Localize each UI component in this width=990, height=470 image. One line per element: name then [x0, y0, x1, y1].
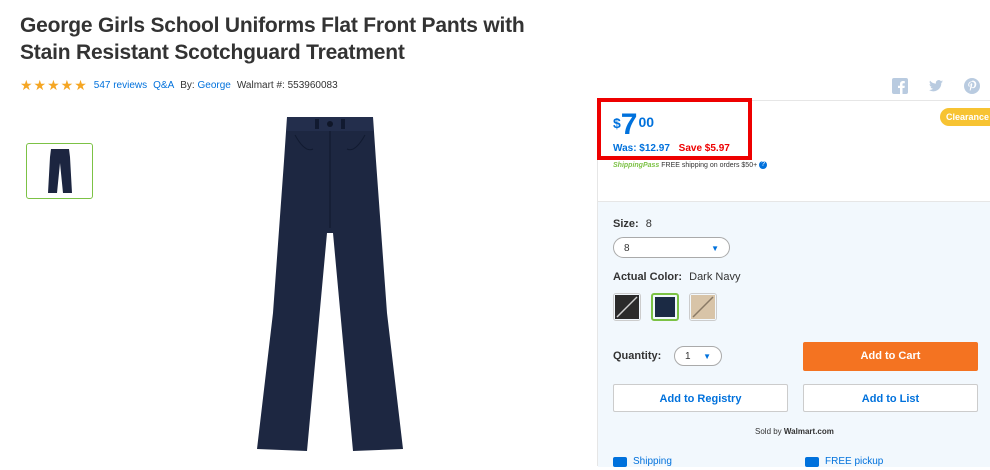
- facebook-icon[interactable]: [892, 78, 908, 94]
- color-label-row: Actual Color: Dark Navy: [613, 271, 740, 283]
- brand-link[interactable]: George: [197, 80, 230, 91]
- help-icon[interactable]: ?: [759, 161, 768, 169]
- swatch-khaki[interactable]: [689, 293, 717, 321]
- sold-by: Sold by Walmart.com: [755, 427, 834, 436]
- reviews-link[interactable]: 547 reviews: [94, 80, 147, 91]
- truck-icon: [613, 456, 627, 467]
- rating-stars[interactable]: ★★★★★: [20, 77, 88, 94]
- color-value: Dark Navy: [689, 271, 741, 283]
- product-title: George Girls School Uniforms Flat Front …: [20, 14, 525, 64]
- shipping-option[interactable]: Shipping: [613, 456, 672, 467]
- price-highlight-box: [597, 98, 752, 160]
- pants-thumbnail-image: [47, 149, 72, 193]
- quantity-dropdown[interactable]: 1 ▼: [674, 346, 722, 366]
- thumbnail-selected[interactable]: [26, 143, 93, 199]
- color-label: Actual Color:: [613, 271, 683, 283]
- pickup-option[interactable]: FREE pickup: [805, 456, 883, 467]
- swatch-black[interactable]: [613, 293, 641, 321]
- walmart-number: Walmart #: 553960083: [236, 80, 338, 91]
- size-value: 8: [645, 218, 652, 230]
- pinterest-icon[interactable]: [964, 78, 980, 94]
- free-shipping-text: FREE shipping on orders $50+: [661, 161, 758, 169]
- chevron-down-icon: ▼: [703, 352, 711, 361]
- quantity-value: 1: [685, 351, 691, 362]
- size-label-row: Size: 8: [613, 218, 652, 230]
- share-icons: [892, 78, 980, 94]
- product-meta: ★★★★★ 547 reviews Q&A By: George Walmart…: [20, 77, 338, 94]
- chevron-down-icon: ▼: [711, 244, 719, 253]
- add-to-list-button[interactable]: Add to List: [803, 384, 978, 412]
- twitter-icon[interactable]: [928, 78, 944, 94]
- size-label: Size:: [613, 218, 639, 230]
- shipping-label: Shipping: [633, 456, 672, 467]
- size-selected: 8: [624, 243, 630, 254]
- pickup-label: FREE pickup: [825, 456, 884, 467]
- add-to-registry-button[interactable]: Add to Registry: [613, 384, 788, 412]
- clearance-badge: Clearance: [940, 108, 990, 126]
- sold-by-prefix: Sold by: [755, 427, 782, 436]
- shipping-pass-line: ShippingPass FREE shipping on orders $50…: [613, 161, 768, 169]
- by-text: By:: [180, 80, 195, 91]
- quantity-label: Quantity:: [613, 350, 662, 362]
- size-dropdown[interactable]: 8 ▼: [613, 237, 730, 258]
- product-image: [255, 113, 405, 465]
- store-icon: [805, 456, 819, 467]
- seller-name[interactable]: Walmart.com: [784, 427, 834, 436]
- swatch-dark-navy[interactable]: [651, 293, 679, 321]
- qa-link[interactable]: Q&A: [153, 80, 174, 91]
- shipping-pass-logo: ShippingPass: [613, 161, 660, 169]
- by-label: By: George: [180, 80, 231, 91]
- add-to-cart-button[interactable]: Add to Cart: [803, 342, 978, 371]
